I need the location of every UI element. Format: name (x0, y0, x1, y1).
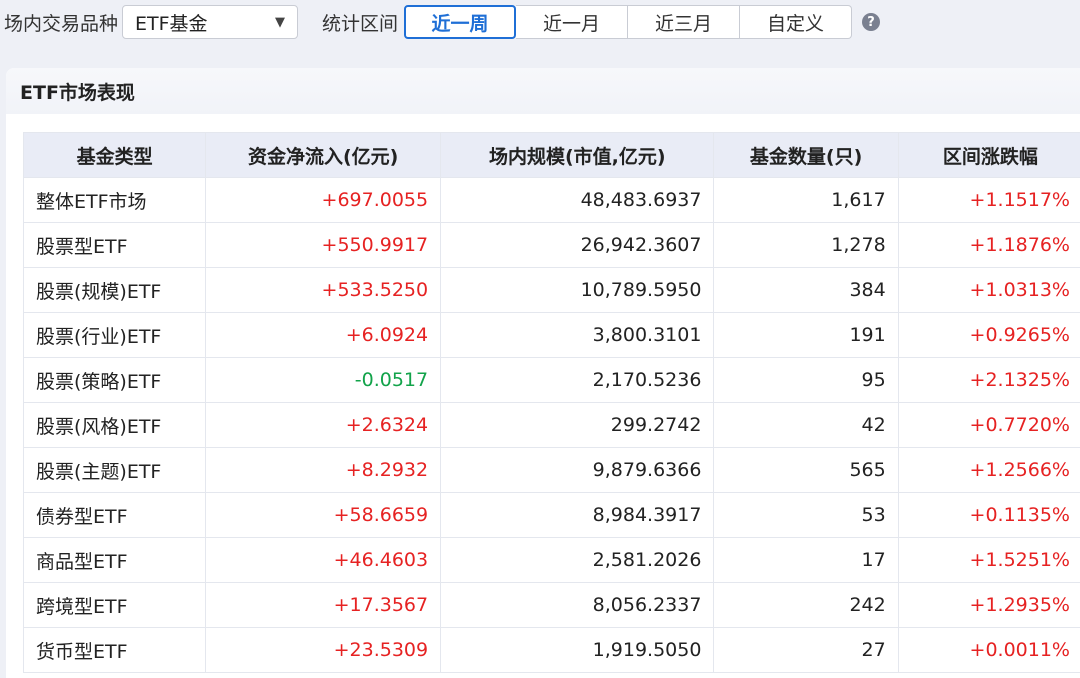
period-option-three-months[interactable]: 近三月 (628, 5, 740, 39)
table-row[interactable]: 股票型ETF+550.991726,942.36071,278+1.1876% (24, 223, 1080, 268)
cell-change: +1.5251% (898, 538, 1080, 583)
cell-change: +0.0011% (898, 628, 1080, 673)
cell-fund-type: 股票(规模)ETF (24, 268, 206, 313)
cell-fund-type: 股票(风格)ETF (24, 403, 206, 448)
cell-scale: 8,056.2337 (441, 583, 714, 628)
category-label: 场内交易品种 (4, 9, 118, 36)
column-header-type[interactable]: 基金类型 (24, 133, 206, 178)
cell-change: +1.1876% (898, 223, 1080, 268)
table-row[interactable]: 债券型ETF+58.66598,984.391753+0.1135% (24, 493, 1080, 538)
cell-scale: 1,919.5050 (441, 628, 714, 673)
period-option-custom[interactable]: 自定义 (740, 5, 852, 39)
cell-scale: 48,483.6937 (441, 178, 714, 223)
cell-fund-type: 商品型ETF (24, 538, 206, 583)
etf-performance-panel: ETF市场表现 基金类型 资金净流入(亿元) 场内规模(市值,亿元) 基金数量(… (6, 68, 1080, 678)
table-row[interactable]: 跨境型ETF+17.35678,056.2337242+1.2935% (24, 583, 1080, 628)
cell-scale: 26,942.3607 (441, 223, 714, 268)
cell-change: +0.1135% (898, 493, 1080, 538)
cell-net-inflow: -0.0517 (206, 358, 441, 403)
cell-fund-type: 债券型ETF (24, 493, 206, 538)
cell-fund-type: 股票(策略)ETF (24, 358, 206, 403)
cell-net-inflow: +17.3567 (206, 583, 441, 628)
panel-title: ETF市场表现 (6, 68, 1080, 114)
column-header-change[interactable]: 区间涨跌幅 (898, 133, 1080, 178)
cell-net-inflow: +46.4603 (206, 538, 441, 583)
cell-fund-count: 1,617 (714, 178, 898, 223)
table-row[interactable]: 股票(策略)ETF-0.05172,170.523695+2.1325% (24, 358, 1080, 403)
table-row[interactable]: 股票(规模)ETF+533.525010,789.5950384+1.0313% (24, 268, 1080, 313)
cell-scale: 2,170.5236 (441, 358, 714, 403)
filter-bar: 场内交易品种 ETF基金 ▼ 统计区间 近一周 近一月 近三月 自定义 ? (0, 0, 1080, 44)
cell-fund-count: 242 (714, 583, 898, 628)
cell-net-inflow: +6.0924 (206, 313, 441, 358)
cell-fund-count: 17 (714, 538, 898, 583)
cell-fund-count: 1,278 (714, 223, 898, 268)
period-segmented-control: 近一周 近一月 近三月 自定义 (404, 5, 852, 39)
cell-fund-count: 53 (714, 493, 898, 538)
period-option-week[interactable]: 近一周 (404, 5, 516, 39)
table-row[interactable]: 货币型ETF+23.53091,919.505027+0.0011% (24, 628, 1080, 673)
cell-net-inflow: +2.6324 (206, 403, 441, 448)
cell-fund-type: 股票型ETF (24, 223, 206, 268)
cell-fund-count: 191 (714, 313, 898, 358)
cell-net-inflow: +23.5309 (206, 628, 441, 673)
cell-fund-count: 42 (714, 403, 898, 448)
help-icon[interactable]: ? (862, 13, 880, 31)
period-label: 统计区间 (322, 9, 398, 36)
cell-fund-count: 95 (714, 358, 898, 403)
category-select-value: ETF基金 (135, 9, 208, 36)
cell-net-inflow: +550.9917 (206, 223, 441, 268)
cell-scale: 2,581.2026 (441, 538, 714, 583)
cell-change: +0.9265% (898, 313, 1080, 358)
cell-net-inflow: +697.0055 (206, 178, 441, 223)
cell-change: +1.0313% (898, 268, 1080, 313)
cell-fund-type: 股票(行业)ETF (24, 313, 206, 358)
cell-scale: 10,789.5950 (441, 268, 714, 313)
cell-scale: 299.2742 (441, 403, 714, 448)
cell-fund-count: 384 (714, 268, 898, 313)
table-row[interactable]: 整体ETF市场+697.005548,483.69371,617+1.1517% (24, 178, 1080, 223)
cell-fund-count: 565 (714, 448, 898, 493)
table-row[interactable]: 股票(行业)ETF+6.09243,800.3101191+0.9265% (24, 313, 1080, 358)
cell-change: +1.2935% (898, 583, 1080, 628)
period-option-month[interactable]: 近一月 (516, 5, 628, 39)
cell-scale: 9,879.6366 (441, 448, 714, 493)
cell-net-inflow: +533.5250 (206, 268, 441, 313)
cell-change: +0.7720% (898, 403, 1080, 448)
cell-fund-type: 跨境型ETF (24, 583, 206, 628)
column-header-count[interactable]: 基金数量(只) (714, 133, 898, 178)
cell-scale: 3,800.3101 (441, 313, 714, 358)
cell-fund-count: 27 (714, 628, 898, 673)
cell-change: +2.1325% (898, 358, 1080, 403)
cell-fund-type: 股票(主题)ETF (24, 448, 206, 493)
table-header-row: 基金类型 资金净流入(亿元) 场内规模(市值,亿元) 基金数量(只) 区间涨跌幅 (24, 133, 1080, 178)
category-select[interactable]: ETF基金 ▼ (122, 5, 298, 39)
cell-change: +1.2566% (898, 448, 1080, 493)
etf-table: 基金类型 资金净流入(亿元) 场内规模(市值,亿元) 基金数量(只) 区间涨跌幅… (23, 132, 1080, 673)
cell-fund-type: 货币型ETF (24, 628, 206, 673)
chevron-down-icon: ▼ (275, 15, 285, 30)
column-header-scale[interactable]: 场内规模(市值,亿元) (441, 133, 714, 178)
cell-scale: 8,984.3917 (441, 493, 714, 538)
cell-change: +1.1517% (898, 178, 1080, 223)
table-row[interactable]: 商品型ETF+46.46032,581.202617+1.5251% (24, 538, 1080, 583)
cell-net-inflow: +58.6659 (206, 493, 441, 538)
cell-fund-type: 整体ETF市场 (24, 178, 206, 223)
table-body: 整体ETF市场+697.005548,483.69371,617+1.1517%… (24, 178, 1080, 673)
table-row[interactable]: 股票(主题)ETF+8.29329,879.6366565+1.2566% (24, 448, 1080, 493)
table-row[interactable]: 股票(风格)ETF+2.6324299.274242+0.7720% (24, 403, 1080, 448)
cell-net-inflow: +8.2932 (206, 448, 441, 493)
column-header-net-inflow[interactable]: 资金净流入(亿元) (206, 133, 441, 178)
